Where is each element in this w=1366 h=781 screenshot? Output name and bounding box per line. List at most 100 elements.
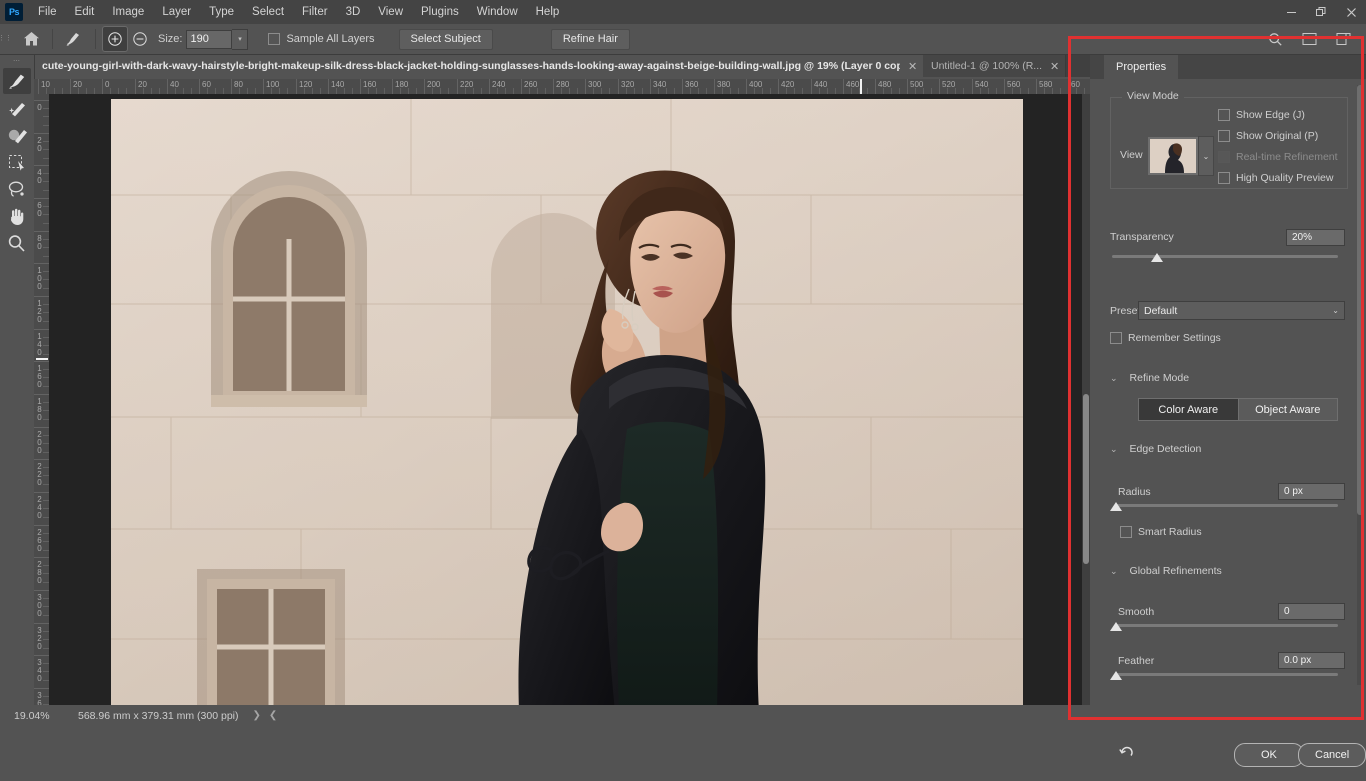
restore-button[interactable] bbox=[1306, 0, 1336, 24]
size-input[interactable] bbox=[186, 29, 233, 49]
menu-help[interactable]: Help bbox=[527, 0, 569, 24]
tool-rectangular-marquee[interactable] bbox=[3, 149, 31, 175]
document-tab-active[interactable]: cute-young-girl-with-dark-wavy-hairstyle… bbox=[34, 55, 925, 77]
transparency-value[interactable]: 20% bbox=[1286, 229, 1345, 246]
chevron-down-icon[interactable]: ⌄ bbox=[1332, 306, 1339, 315]
menu-3d[interactable]: 3D bbox=[337, 0, 370, 24]
segment-color-aware-label: Color Aware bbox=[1158, 403, 1219, 416]
subtract-from-selection-button[interactable] bbox=[128, 27, 152, 51]
panel-vertical-scrollbar[interactable] bbox=[1357, 85, 1364, 685]
cancel-button[interactable]: Cancel bbox=[1298, 743, 1366, 767]
menu-layer[interactable]: Layer bbox=[153, 0, 200, 24]
menu-plugins[interactable]: Plugins bbox=[412, 0, 468, 24]
ruler-label: 320 bbox=[35, 626, 44, 650]
scrollbar-thumb[interactable] bbox=[1083, 394, 1089, 564]
smart-radius-checkbox[interactable] bbox=[1120, 526, 1132, 538]
menu-select[interactable]: Select bbox=[243, 0, 293, 24]
view-mode-option-row[interactable]: High Quality Preview bbox=[1218, 172, 1333, 184]
quick-selection-tool-icon[interactable] bbox=[57, 25, 91, 53]
status-prev-icon[interactable]: ❮ bbox=[269, 710, 277, 721]
transparency-slider[interactable] bbox=[1112, 255, 1338, 258]
tool-hand[interactable] bbox=[3, 203, 31, 229]
edge-detection-label: Edge Detection bbox=[1129, 443, 1202, 455]
properties-panel-footer: OK Cancel bbox=[1090, 731, 1366, 781]
add-to-selection-button[interactable] bbox=[102, 26, 128, 52]
minimize-button[interactable] bbox=[1276, 0, 1306, 24]
canvas-vertical-scrollbar[interactable] bbox=[1082, 94, 1090, 705]
scrollbar-thumb[interactable] bbox=[1357, 85, 1364, 515]
refine-hair-button[interactable]: Refine Hair bbox=[550, 28, 630, 50]
sample-all-layers-row[interactable]: Sample All Layers bbox=[268, 33, 375, 45]
refine-mode-header[interactable]: ⌄ Refine Mode bbox=[1110, 372, 1189, 384]
canvas-area[interactable] bbox=[49, 94, 1090, 705]
segment-object-aware[interactable]: Object Aware bbox=[1238, 398, 1338, 421]
global-refinements-header[interactable]: ⌄ Global Refinements bbox=[1110, 565, 1222, 577]
feather-slider[interactable] bbox=[1116, 673, 1338, 676]
chevron-down-icon[interactable]: ⌄ bbox=[1198, 136, 1214, 176]
chevron-down-icon[interactable]: ⌄ bbox=[1110, 373, 1118, 384]
smooth-slider[interactable] bbox=[1116, 624, 1338, 627]
options-bar-grip[interactable]: ⋮⋮ bbox=[0, 24, 12, 54]
view-mode-option-label: Show Original (P) bbox=[1236, 130, 1319, 142]
zoom-level[interactable]: 19.04% bbox=[14, 710, 68, 722]
menu-image[interactable]: Image bbox=[103, 0, 153, 24]
close-icon[interactable]: ✕ bbox=[1050, 60, 1059, 73]
close-icon[interactable]: ✕ bbox=[908, 60, 917, 73]
menu-type[interactable]: Type bbox=[200, 0, 243, 24]
image-canvas[interactable] bbox=[111, 99, 1023, 705]
remember-settings-checkbox[interactable] bbox=[1110, 332, 1122, 344]
ok-button[interactable]: OK bbox=[1234, 743, 1304, 767]
remember-settings-row[interactable]: Remember Settings bbox=[1110, 332, 1221, 344]
refine-mode-segmented-control[interactable]: Color Aware Object Aware bbox=[1138, 398, 1338, 421]
smart-radius-row[interactable]: Smart Radius bbox=[1120, 526, 1202, 538]
view-mode-option-checkbox[interactable] bbox=[1218, 130, 1230, 142]
segment-color-aware[interactable]: Color Aware bbox=[1138, 398, 1239, 421]
smooth-value[interactable]: 0 bbox=[1278, 603, 1345, 620]
tools-panel-grip[interactable]: ⋯ bbox=[0, 55, 34, 67]
view-mode-option-row[interactable]: Show Original (P) bbox=[1218, 130, 1318, 142]
tool-options-bar: ⋮⋮ Size: ▾ bbox=[0, 24, 1366, 55]
size-stepper[interactable]: ▾ bbox=[232, 28, 249, 50]
view-mode-selector[interactable]: ⌄ bbox=[1148, 136, 1214, 176]
workspace-switcher-icon[interactable] bbox=[1326, 25, 1360, 53]
status-next-icon[interactable]: ❯ bbox=[253, 710, 261, 721]
ruler-tick bbox=[328, 79, 329, 94]
feather-slider-thumb[interactable] bbox=[1110, 671, 1122, 680]
menu-filter[interactable]: Filter bbox=[293, 0, 337, 24]
ruler-tick bbox=[296, 79, 297, 94]
view-mode-option-checkbox[interactable] bbox=[1218, 172, 1230, 184]
radius-slider-thumb[interactable] bbox=[1110, 502, 1122, 511]
document-tab-inactive[interactable]: Untitled-1 @ 100% (R... ✕ bbox=[923, 55, 1067, 77]
edge-detection-header[interactable]: ⌄ Edge Detection bbox=[1110, 443, 1201, 455]
properties-panel-body: View Mode View ⌄ Show Edge (J) Show Origi… bbox=[1090, 79, 1366, 697]
menu-window[interactable]: Window bbox=[468, 0, 527, 24]
radius-slider[interactable] bbox=[1116, 504, 1338, 507]
tool-lasso[interactable] bbox=[3, 176, 31, 202]
tool-zoom[interactable] bbox=[3, 230, 31, 256]
tool-object-selection[interactable] bbox=[3, 122, 31, 148]
view-mode-thumbnail[interactable] bbox=[1148, 137, 1198, 175]
menu-view[interactable]: View bbox=[369, 0, 412, 24]
view-mode-option-checkbox[interactable] bbox=[1218, 109, 1230, 121]
preset-select[interactable]: Default ⌄ bbox=[1138, 301, 1345, 320]
select-subject-button[interactable]: Select Subject bbox=[398, 28, 493, 50]
smart-radius-label: Smart Radius bbox=[1138, 526, 1202, 538]
view-mode-option-row[interactable]: Show Edge (J) bbox=[1218, 109, 1305, 121]
chevron-down-icon[interactable]: ⌄ bbox=[1110, 566, 1118, 577]
menu-file[interactable]: File bbox=[29, 0, 66, 24]
chevron-down-icon[interactable]: ⌄ bbox=[1110, 444, 1118, 455]
tool-quick-selection[interactable] bbox=[3, 68, 31, 94]
radius-value[interactable]: 0 px bbox=[1278, 483, 1345, 500]
search-icon[interactable] bbox=[1258, 25, 1292, 53]
tool-magic-wand[interactable] bbox=[3, 95, 31, 121]
transparency-slider-thumb[interactable] bbox=[1151, 253, 1164, 262]
arrange-documents-icon[interactable] bbox=[1292, 25, 1326, 53]
smooth-slider-thumb[interactable] bbox=[1110, 622, 1122, 631]
home-button[interactable] bbox=[14, 25, 48, 53]
menu-edit[interactable]: Edit bbox=[66, 0, 104, 24]
sample-all-layers-checkbox[interactable] bbox=[268, 33, 281, 45]
close-button[interactable] bbox=[1336, 0, 1366, 24]
feather-value[interactable]: 0.0 px bbox=[1278, 652, 1345, 669]
reset-icon[interactable] bbox=[1118, 744, 1136, 765]
tab-properties[interactable]: Properties bbox=[1104, 55, 1179, 79]
